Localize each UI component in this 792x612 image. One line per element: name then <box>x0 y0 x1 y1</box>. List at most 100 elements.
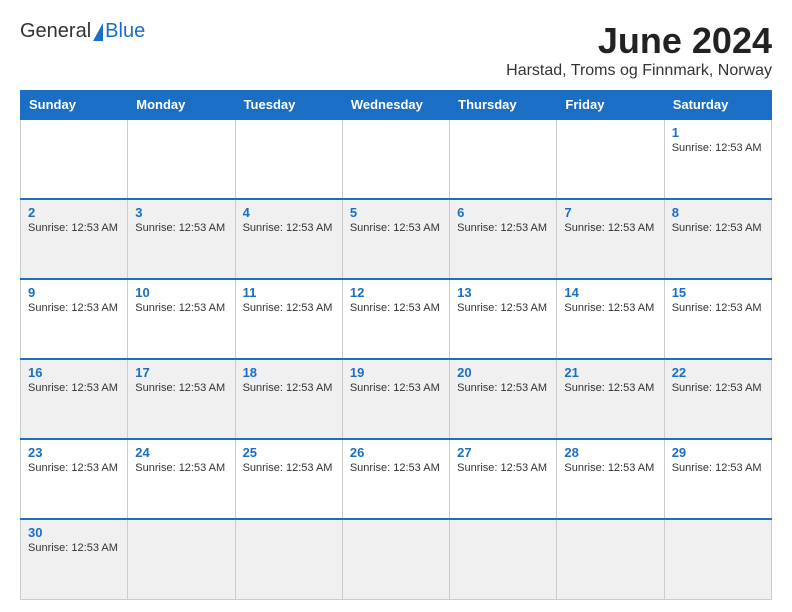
calendar-day-cell: 11 Sunrise: 12:53 AM <box>235 279 342 359</box>
sunrise-text: Sunrise: 12:53 AM <box>672 462 762 474</box>
calendar-day-cell: 3 Sunrise: 12:53 AM <box>128 199 235 279</box>
weekday-header-monday: Monday <box>128 91 235 120</box>
header: General Blue June 2024 Harstad, Troms og… <box>20 20 772 80</box>
sunrise-text: Sunrise: 12:53 AM <box>28 302 118 314</box>
calendar-week-row: 9Sunrise: 12:53 AM10Sunrise: 12:53 AM11S… <box>21 279 772 359</box>
calendar-day-cell <box>342 519 449 599</box>
day-number: 14 <box>564 285 656 300</box>
calendar-table: SundayMondayTuesdayWednesdayThursdayFrid… <box>20 90 772 600</box>
calendar-day-cell <box>235 119 342 199</box>
calendar-day-cell <box>342 119 449 199</box>
weekday-header-sunday: Sunday <box>21 91 128 120</box>
calendar-day-cell: 23 Sunrise: 12:53 AM <box>21 439 128 519</box>
calendar-day-cell: 22 Sunrise: 12:53 AM <box>664 359 771 439</box>
day-number: 3 <box>135 205 227 220</box>
day-number: 18 <box>243 365 335 380</box>
day-number: 5 <box>350 205 442 220</box>
sunrise-text: Sunrise: 12:53 AM <box>350 462 440 474</box>
sunrise-text: Sunrise: 12:53 AM <box>243 382 333 394</box>
sunrise-text: Sunrise: 12:53 AM <box>457 382 547 394</box>
calendar-day-cell <box>450 519 557 599</box>
day-number: 15 <box>672 285 764 300</box>
calendar-day-cell: 14Sunrise: 12:53 AM <box>557 279 664 359</box>
calendar-day-cell: 26 Sunrise: 12:53 AM <box>342 439 449 519</box>
day-number: 21 <box>564 365 656 380</box>
calendar-day-cell: 15 Sunrise: 12:53 AM <box>664 279 771 359</box>
sunrise-text: Sunrise: 12:53 AM <box>243 302 333 314</box>
calendar-day-cell: 29Sunrise: 12:53 AM <box>664 439 771 519</box>
day-number: 11 <box>243 285 335 300</box>
calendar-day-cell: 6 Sunrise: 12:53 AM <box>450 199 557 279</box>
sunrise-text: Sunrise: 12:53 AM <box>672 302 762 314</box>
calendar-day-cell: 24Sunrise: 12:53 AM <box>128 439 235 519</box>
day-number: 26 <box>350 445 442 460</box>
calendar-day-cell: 19Sunrise: 12:53 AM <box>342 359 449 439</box>
day-number: 24 <box>135 445 227 460</box>
sunrise-text: Sunrise: 12:53 AM <box>135 382 225 394</box>
logo-blue-text: Blue <box>105 20 145 43</box>
calendar-day-cell: 1 Sunrise: 12:53 AM <box>664 119 771 199</box>
calendar-day-cell <box>235 519 342 599</box>
sunrise-text: Sunrise: 12:53 AM <box>564 462 654 474</box>
sunrise-text: Sunrise: 12:53 AM <box>457 222 547 234</box>
sunrise-text: Sunrise: 12:53 AM <box>672 222 762 234</box>
calendar-day-cell: 16 Sunrise: 12:53 AM <box>21 359 128 439</box>
calendar-header: SundayMondayTuesdayWednesdayThursdayFrid… <box>21 91 772 120</box>
calendar-day-cell: 5Sunrise: 12:53 AM <box>342 199 449 279</box>
calendar-day-cell: 9 Sunrise: 12:53 AM <box>21 279 128 359</box>
calendar-day-cell <box>557 119 664 199</box>
weekday-header-tuesday: Tuesday <box>235 91 342 120</box>
sunrise-text: Sunrise: 12:53 AM <box>564 222 654 234</box>
calendar-day-cell <box>664 519 771 599</box>
day-number: 22 <box>672 365 764 380</box>
day-number: 1 <box>672 125 764 140</box>
calendar-day-cell: 28 Sunrise: 12:53 AM <box>557 439 664 519</box>
calendar-day-cell <box>450 119 557 199</box>
day-number: 8 <box>672 205 764 220</box>
sunrise-text: Sunrise: 12:53 AM <box>350 302 440 314</box>
calendar-day-cell: 7 Sunrise: 12:53 AM <box>557 199 664 279</box>
calendar-day-cell: 2 Sunrise: 12:53 AM <box>21 199 128 279</box>
calendar-week-row: 2 Sunrise: 12:53 AM 3 Sunrise: 12:53 AM 4 Sun… <box>21 199 772 279</box>
calendar-subtitle: Harstad, Troms og Finnmark, Norway <box>506 62 772 80</box>
calendar-week-row: 23Sunrise: 12:53 AM24Sunrise: 12:53 AM25… <box>21 439 772 519</box>
sunrise-text: Sunrise: 12:53 AM <box>28 462 118 474</box>
calendar-day-cell: 27 Sunrise: 12:53 AM <box>450 439 557 519</box>
calendar-day-cell: 30 Sunrise: 12:53 AM <box>21 519 128 599</box>
calendar-day-cell: 21Sunrise: 12:53 AM <box>557 359 664 439</box>
weekday-header-thursday: Thursday <box>450 91 557 120</box>
calendar-week-row: 1 Sunrise: 12:53 AM <box>21 119 772 199</box>
sunrise-text: Sunrise: 12:53 AM <box>28 222 118 234</box>
sunrise-text: Sunrise: 12:53 AM <box>135 302 225 314</box>
day-number: 20 <box>457 365 549 380</box>
day-number: 6 <box>457 205 549 220</box>
calendar-day-cell: 18 Sunrise: 12:53 AM <box>235 359 342 439</box>
day-number: 27 <box>457 445 549 460</box>
calendar-day-cell: 10Sunrise: 12:53 AM <box>128 279 235 359</box>
logo-triangle-icon <box>93 23 103 41</box>
logo: General Blue <box>20 20 145 43</box>
sunrise-text: Sunrise: 12:53 AM <box>28 382 118 394</box>
day-number: 28 <box>564 445 656 460</box>
day-number: 16 <box>28 365 120 380</box>
sunrise-text: Sunrise: 12:53 AM <box>672 142 762 154</box>
weekday-header-friday: Friday <box>557 91 664 120</box>
day-number: 2 <box>28 205 120 220</box>
sunrise-text: Sunrise: 12:53 AM <box>457 462 547 474</box>
day-number: 19 <box>350 365 442 380</box>
day-number: 4 <box>243 205 335 220</box>
calendar-day-cell: 17Sunrise: 12:53 AM <box>128 359 235 439</box>
day-number: 9 <box>28 285 120 300</box>
sunrise-text: Sunrise: 12:53 AM <box>243 222 333 234</box>
sunrise-text: Sunrise: 12:53 AM <box>28 542 118 554</box>
day-number: 7 <box>564 205 656 220</box>
sunrise-text: Sunrise: 12:53 AM <box>672 382 762 394</box>
weekday-header-saturday: Saturday <box>664 91 771 120</box>
calendar-body: 1 Sunrise: 12:53 AM 2 Sunrise: 12:53 AM 3 Sun… <box>21 119 772 599</box>
sunrise-text: Sunrise: 12:53 AM <box>135 222 225 234</box>
day-number: 30 <box>28 525 120 540</box>
calendar-day-cell: 8 Sunrise: 12:53 AM <box>664 199 771 279</box>
weekday-header-row: SundayMondayTuesdayWednesdayThursdayFrid… <box>21 91 772 120</box>
day-number: 23 <box>28 445 120 460</box>
calendar-day-cell: 13Sunrise: 12:53 AM <box>450 279 557 359</box>
